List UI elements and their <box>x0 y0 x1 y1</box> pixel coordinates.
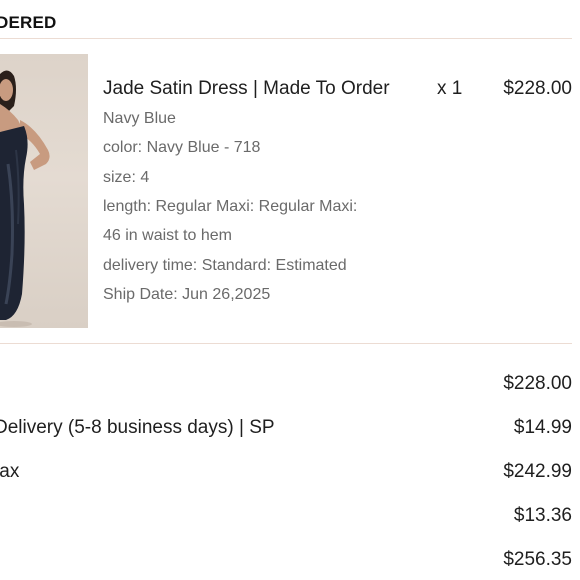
top-divider <box>0 38 572 39</box>
detail-length: length: Regular Maxi: Regular Maxi: <box>103 198 358 215</box>
pretax-total-label: tax <box>0 461 20 482</box>
dress-photo-illustration <box>0 70 50 327</box>
section-title: DERED <box>0 13 57 32</box>
product-price: $228.00 <box>503 78 572 99</box>
variant-name: Navy Blue <box>103 110 176 127</box>
shipping-value: $14.99 <box>513 417 572 438</box>
shipping-label: Delivery (5-8 business days) | SP <box>0 417 275 438</box>
tax-value: $13.36 <box>513 505 572 526</box>
detail-color: color: Navy Blue - 718 <box>103 139 261 156</box>
order-summary-panel: DERED Jade Satin Dress | Made To Order x… <box>0 0 580 580</box>
pretax-total-value: $242.99 <box>503 461 572 482</box>
detail-ship-date: Ship Date: Jun 26,2025 <box>103 286 271 303</box>
product-quantity: x 1 <box>437 78 463 99</box>
order-total-value: $256.35 <box>503 549 572 570</box>
detail-delivery-time: delivery time: Standard: Estimated <box>103 257 347 274</box>
subtotal-value: $228.00 <box>503 373 572 394</box>
summary-divider <box>0 343 572 344</box>
product-name[interactable]: Jade Satin Dress | Made To Order <box>103 78 390 100</box>
detail-size: size: 4 <box>103 169 150 186</box>
product-image[interactable] <box>0 54 88 328</box>
detail-length-measure: 46 in waist to hem <box>103 227 232 244</box>
